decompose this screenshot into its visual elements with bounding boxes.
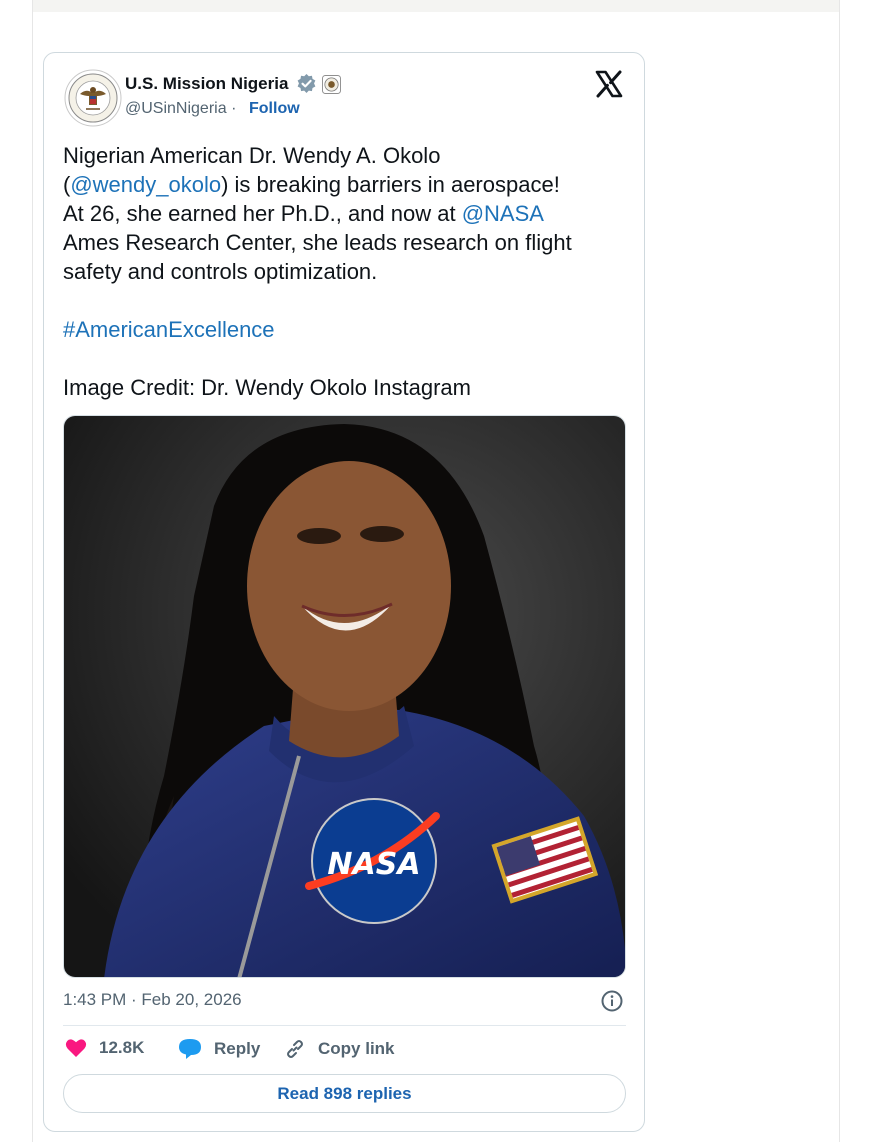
tweet-line-text: ) is breaking barriers in aerospace! (221, 172, 560, 197)
x-logo-icon[interactable] (594, 69, 624, 99)
tweet-line: (@wendy_okolo) is breaking barriers in a… (63, 170, 628, 199)
embedded-tweet-card: U.S. Mission Nigeria @USinNigeria · Foll… (43, 52, 645, 1132)
tweet-text: Nigerian American Dr. Wendy A. Okolo (@w… (63, 141, 628, 402)
image-credit: Image Credit: Dr. Wendy Okolo Instagram (63, 375, 471, 400)
handle-text: @USinNigeria (125, 100, 227, 117)
follow-link[interactable]: Follow (249, 100, 300, 118)
divider (63, 1025, 626, 1026)
info-icon[interactable] (600, 989, 624, 1013)
handle: @USinNigeria · (125, 100, 236, 118)
hashtag-american-excellence[interactable]: #AmericanExcellence (63, 315, 628, 344)
reply-label: Reply (214, 1039, 261, 1058)
avatar[interactable] (64, 69, 122, 127)
tweet-line: Nigerian American Dr. Wendy A. Okolo (63, 143, 441, 168)
portrait-illustration: NASA (64, 416, 625, 977)
reply-bubble-icon (179, 1039, 201, 1059)
tweet-line: Ames Research Center, she leads research… (63, 230, 572, 255)
government-seal-icon (322, 75, 341, 94)
tweet-line: At 26, she earned her Ph.D., and now at … (63, 199, 628, 228)
read-replies-button[interactable]: Read 898 replies (63, 1074, 626, 1113)
handle-separator: · (231, 100, 237, 117)
author-name[interactable]: U.S. Mission Nigeria (125, 74, 288, 94)
like-button[interactable]: 12.8K (65, 1038, 144, 1058)
tweet-photo[interactable]: NASA (63, 415, 626, 978)
nasa-patch-text: NASA (327, 847, 420, 882)
like-count: 12.8K (99, 1038, 145, 1057)
mention-nasa[interactable]: @NASA (462, 201, 544, 226)
tweet-line: safety and controls optimization. (63, 259, 378, 284)
tweet-line-text: At 26, she earned her Ph.D., and now at (63, 201, 462, 226)
mention-wendy-okolo[interactable]: @wendy_okolo (70, 172, 221, 197)
copy-link-button[interactable]: Copy link (284, 1038, 395, 1060)
tweet-timestamp[interactable]: 1:43 PM · Feb 20, 2026 (63, 990, 242, 1010)
heart-icon (65, 1039, 87, 1057)
link-icon (287, 1040, 303, 1058)
verified-badge-icon (297, 73, 316, 94)
reply-button[interactable]: Reply (178, 1038, 260, 1060)
top-bar (33, 0, 839, 12)
copy-link-label: Copy link (318, 1039, 395, 1058)
